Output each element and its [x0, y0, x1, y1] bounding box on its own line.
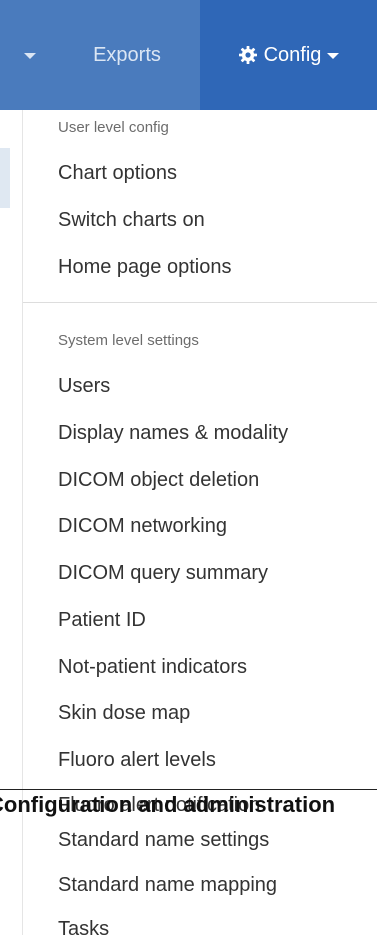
- navbar: Exports Config: [0, 0, 377, 110]
- menu-item-standard-name-settings[interactable]: Standard name settings: [58, 829, 269, 852]
- menu-item-skin-dose-map[interactable]: Skin dose map: [58, 702, 190, 725]
- menu-item-switch-charts-on[interactable]: Switch charts on: [58, 209, 205, 232]
- menu-item-dicom-query-summary[interactable]: DICOM query summary: [58, 562, 268, 585]
- menu-item-chart-options[interactable]: Chart options: [58, 162, 177, 185]
- nav-exports[interactable]: Exports: [54, 0, 200, 110]
- section-header-user: User level config: [58, 119, 169, 136]
- chevron-down-icon: [327, 53, 340, 59]
- figure-caption-text: Configuration and administration: [0, 792, 336, 817]
- nav-exports-label: Exports: [93, 43, 161, 66]
- menu-item-users[interactable]: Users: [58, 375, 110, 398]
- menu-item-dicom-object-deletion[interactable]: DICOM object deletion: [58, 469, 259, 492]
- nav-config[interactable]: Config: [200, 0, 377, 110]
- nav-config-label: Config: [263, 43, 322, 66]
- menu-item-not-patient-indicators[interactable]: Not-patient indicators: [58, 656, 247, 679]
- menu-item-patient-id[interactable]: Patient ID: [58, 609, 146, 632]
- menu-item-display-names[interactable]: Display names & modality: [58, 422, 288, 445]
- menu-item-tasks[interactable]: Tasks: [58, 918, 109, 935]
- gear-icon: [238, 45, 258, 65]
- chevron-down-icon[interactable]: [10, 49, 54, 69]
- menu-item-standard-name-mapping[interactable]: Standard name mapping: [58, 874, 277, 897]
- menu-item-home-page-options[interactable]: Home page options: [58, 256, 231, 279]
- figure-caption: Configuration and administration: [0, 790, 377, 820]
- menu-item-fluoro-alert-levels[interactable]: Fluoro alert levels: [58, 749, 216, 772]
- page-panel-edge: [0, 148, 10, 208]
- menu-divider: [23, 302, 377, 303]
- menu-item-dicom-networking[interactable]: DICOM networking: [58, 515, 227, 538]
- section-header-system: System level settings: [58, 332, 199, 349]
